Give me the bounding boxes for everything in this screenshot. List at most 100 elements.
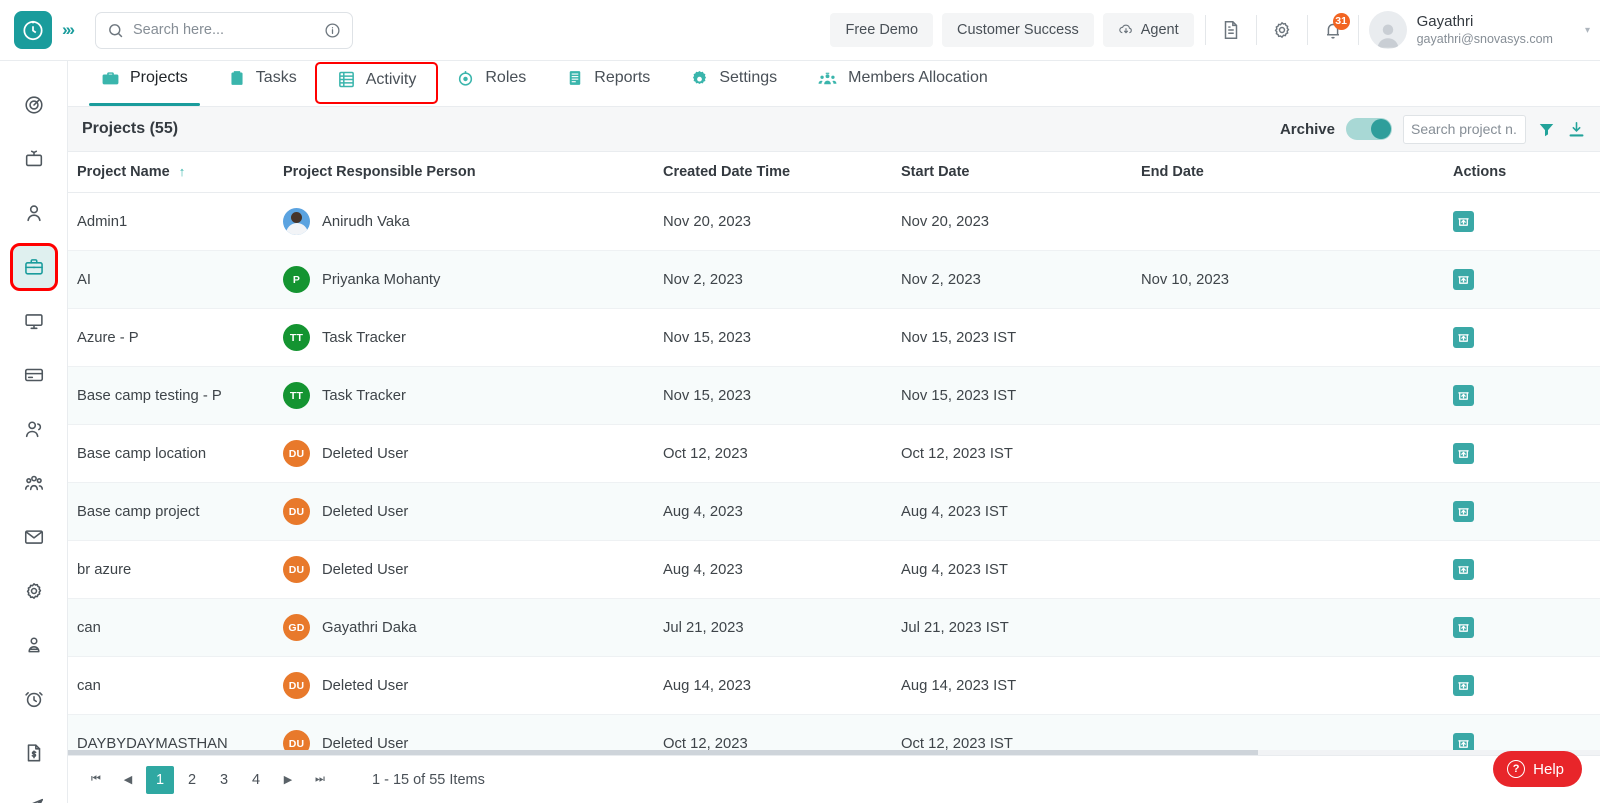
column-header-end-date[interactable]: End Date (1141, 152, 1391, 193)
column-header-start-date[interactable]: Start Date (901, 152, 1141, 193)
pagination-page-3[interactable]: 3 (210, 766, 238, 794)
tab-settings[interactable]: Settings (670, 61, 797, 106)
table-row[interactable]: canDUDeleted UserAug 14, 2023Aug 14, 202… (68, 657, 1600, 715)
target-icon (456, 69, 475, 88)
sort-arrow-icon[interactable]: ↑ (179, 164, 186, 179)
pagination-page-2[interactable]: 2 (178, 766, 206, 794)
tab-activity[interactable]: Activity (317, 64, 437, 102)
table-row[interactable]: Base camp locationDUDeleted UserOct 12, … (68, 425, 1600, 483)
tab-roles[interactable]: Roles (436, 61, 546, 106)
unarchive-icon[interactable] (1453, 675, 1474, 696)
pagination-prev[interactable]: ◀ (114, 766, 142, 794)
cell-start-date: Nov 15, 2023 IST (901, 367, 1141, 425)
tab-members-allocation[interactable]: Members Allocation (797, 61, 1008, 106)
profile-email: gayathri@snovasys.com (1417, 32, 1553, 48)
document-icon[interactable] (1208, 7, 1254, 53)
cell-start-date: Nov 20, 2023 (901, 193, 1141, 251)
sidebar-item-user[interactable] (12, 191, 56, 235)
sidebar-item-members[interactable] (12, 407, 56, 451)
sidebar-item-mail[interactable] (12, 515, 56, 559)
profile-menu[interactable]: Gayathri gayathri@snovasys.com ▾ (1361, 11, 1600, 49)
app-logo[interactable] (14, 11, 52, 49)
chevron-down-icon[interactable]: ▾ (1585, 25, 1590, 36)
briefcase-icon (23, 256, 45, 278)
table-row[interactable]: Base camp testing - PTTTask TrackerNov 1… (68, 367, 1600, 425)
help-button[interactable]: ? Help (1493, 751, 1582, 787)
sidebar-item-teams[interactable] (12, 461, 56, 505)
global-search[interactable] (95, 12, 353, 49)
archive-toggle[interactable] (1346, 118, 1392, 140)
column-label: Project Responsible Person (283, 164, 476, 180)
table-row[interactable]: br azureDUDeleted UserAug 4, 2023Aug 4, … (68, 541, 1600, 599)
column-header-actions[interactable]: Actions (1391, 152, 1600, 193)
table-row[interactable]: AIPPriyanka MohantyNov 2, 2023Nov 2, 202… (68, 251, 1600, 309)
cell-responsible-person: DUDeleted User (283, 657, 663, 715)
sidebar-item-dashboard[interactable] (12, 83, 56, 127)
unarchive-icon[interactable] (1453, 501, 1474, 522)
unarchive-icon[interactable] (1453, 385, 1474, 406)
sidebar-item-projects[interactable] (12, 245, 56, 289)
expand-sidebar-icon[interactable]: ››› (62, 20, 73, 40)
person-badge-icon (23, 634, 45, 656)
envelope-icon (23, 526, 45, 548)
pagination-page-1[interactable]: 1 (146, 766, 174, 794)
group-icon (23, 472, 45, 494)
pagination-last[interactable]: ⏭ (306, 766, 334, 794)
report-icon (566, 69, 584, 87)
gear-icon[interactable] (1259, 7, 1305, 53)
header-actions: Free Demo Customer Success Agent (830, 0, 1600, 60)
tab-label: Members Allocation (848, 69, 988, 87)
unarchive-icon[interactable] (1453, 327, 1474, 348)
funnel-icon[interactable] (1537, 120, 1556, 139)
tab-reports[interactable]: Reports (546, 61, 670, 106)
sidebar-item-settings[interactable] (12, 569, 56, 613)
cell-project-name: Admin1 (68, 193, 283, 251)
column-header-project-responsible-person[interactable]: Project Responsible Person (283, 152, 663, 193)
cell-created-date: Oct 12, 2023 (663, 425, 901, 483)
search-input[interactable] (133, 22, 324, 38)
sidebar-item-desktop[interactable] (12, 299, 56, 343)
sidebar-item-send[interactable] (12, 785, 56, 803)
customer-success-button[interactable]: Customer Success (942, 13, 1094, 47)
cell-end-date (1141, 367, 1391, 425)
table-row[interactable]: Base camp projectDUDeleted UserAug 4, 20… (68, 483, 1600, 541)
tab-label: Tasks (256, 69, 297, 87)
free-demo-button[interactable]: Free Demo (830, 13, 933, 47)
project-search-input[interactable] (1403, 115, 1526, 144)
pagination-first[interactable]: ⏮ (82, 766, 110, 794)
cell-end-date: Nov 10, 2023 (1141, 251, 1391, 309)
sidebar-item-billing[interactable] (12, 353, 56, 397)
table-row[interactable]: canGDGayathri DakaJul 21, 2023Jul 21, 20… (68, 599, 1600, 657)
column-header-project-name[interactable]: Project Name↑ (68, 152, 283, 193)
sidebar-item-screenshots[interactable] (12, 137, 56, 181)
unarchive-icon[interactable] (1453, 617, 1474, 638)
cell-start-date: Aug 4, 2023 IST (901, 541, 1141, 599)
cell-start-date: Aug 14, 2023 IST (901, 657, 1141, 715)
help-label: Help (1533, 761, 1564, 778)
info-icon[interactable] (324, 22, 341, 39)
tab-tasks[interactable]: Tasks (208, 61, 317, 106)
sidebar-item-timer[interactable] (12, 677, 56, 721)
cell-responsible-person: GDGayathri Daka (283, 599, 663, 657)
pagination-page-4[interactable]: 4 (242, 766, 270, 794)
cell-actions (1391, 483, 1600, 541)
table-row[interactable]: Admin1Anirudh VakaNov 20, 2023Nov 20, 20… (68, 193, 1600, 251)
agent-button[interactable]: Agent (1103, 13, 1194, 47)
unarchive-icon[interactable] (1453, 211, 1474, 232)
person-name: Deleted User (322, 678, 408, 694)
download-icon[interactable] (1567, 120, 1586, 139)
sidebar-item-profile[interactable] (12, 623, 56, 667)
sidebar-item-invoice[interactable] (12, 731, 56, 775)
tab-projects[interactable]: Projects (81, 61, 208, 106)
column-label: End Date (1141, 164, 1204, 180)
header-divider (1205, 15, 1206, 45)
table-row[interactable]: Azure - PTTTask TrackerNov 15, 2023Nov 1… (68, 309, 1600, 367)
person-name: Priyanka Mohanty (322, 272, 440, 288)
column-header-created-date-time[interactable]: Created Date Time (663, 152, 901, 193)
notifications-bell[interactable]: 31 (1310, 7, 1356, 53)
pagination-next[interactable]: ▶ (274, 766, 302, 794)
cell-responsible-person: TTTask Tracker (283, 367, 663, 425)
unarchive-icon[interactable] (1453, 443, 1474, 464)
unarchive-icon[interactable] (1453, 559, 1474, 580)
unarchive-icon[interactable] (1453, 269, 1474, 290)
